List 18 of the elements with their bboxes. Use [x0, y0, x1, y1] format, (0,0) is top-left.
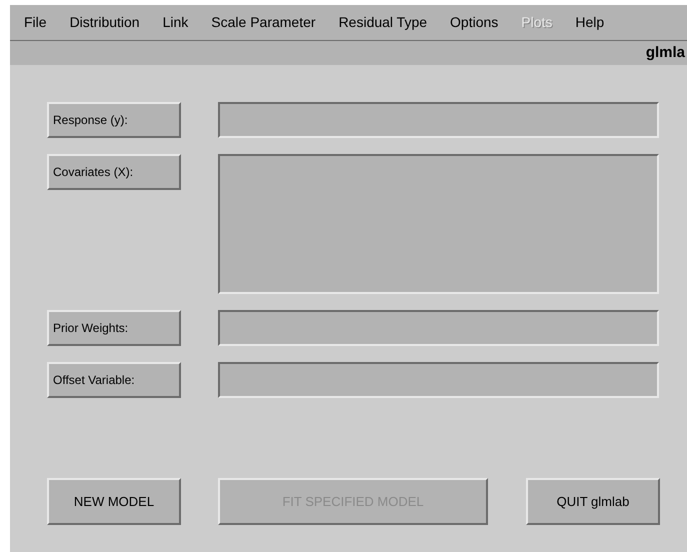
input-field[interactable] — [218, 310, 659, 346]
menu-item[interactable]: Scale Parameter — [211, 12, 316, 33]
input-field[interactable] — [218, 362, 659, 398]
action-button[interactable]: QUIT glmlab — [526, 478, 660, 525]
field-label-button[interactable]: Prior Weights: — [47, 310, 181, 346]
menu-item[interactable]: File — [24, 12, 47, 33]
input-field[interactable] — [218, 154, 659, 294]
action-button[interactable]: NEW MODEL — [47, 478, 181, 525]
menu-item[interactable]: Link — [162, 12, 188, 33]
menu-item[interactable]: Residual Type — [338, 12, 428, 33]
menu-item[interactable]: Help — [575, 12, 604, 33]
input-field[interactable] — [218, 102, 659, 138]
field-label-button[interactable]: Offset Variable: — [47, 362, 181, 398]
field-label-button[interactable]: Covariates (X): — [47, 154, 181, 190]
menu-item[interactable]: Distribution — [70, 12, 140, 33]
menu-item[interactable]: Options — [450, 12, 498, 33]
window-title: glmla — [646, 42, 685, 63]
field-label-button[interactable]: Response (y): — [47, 102, 181, 138]
